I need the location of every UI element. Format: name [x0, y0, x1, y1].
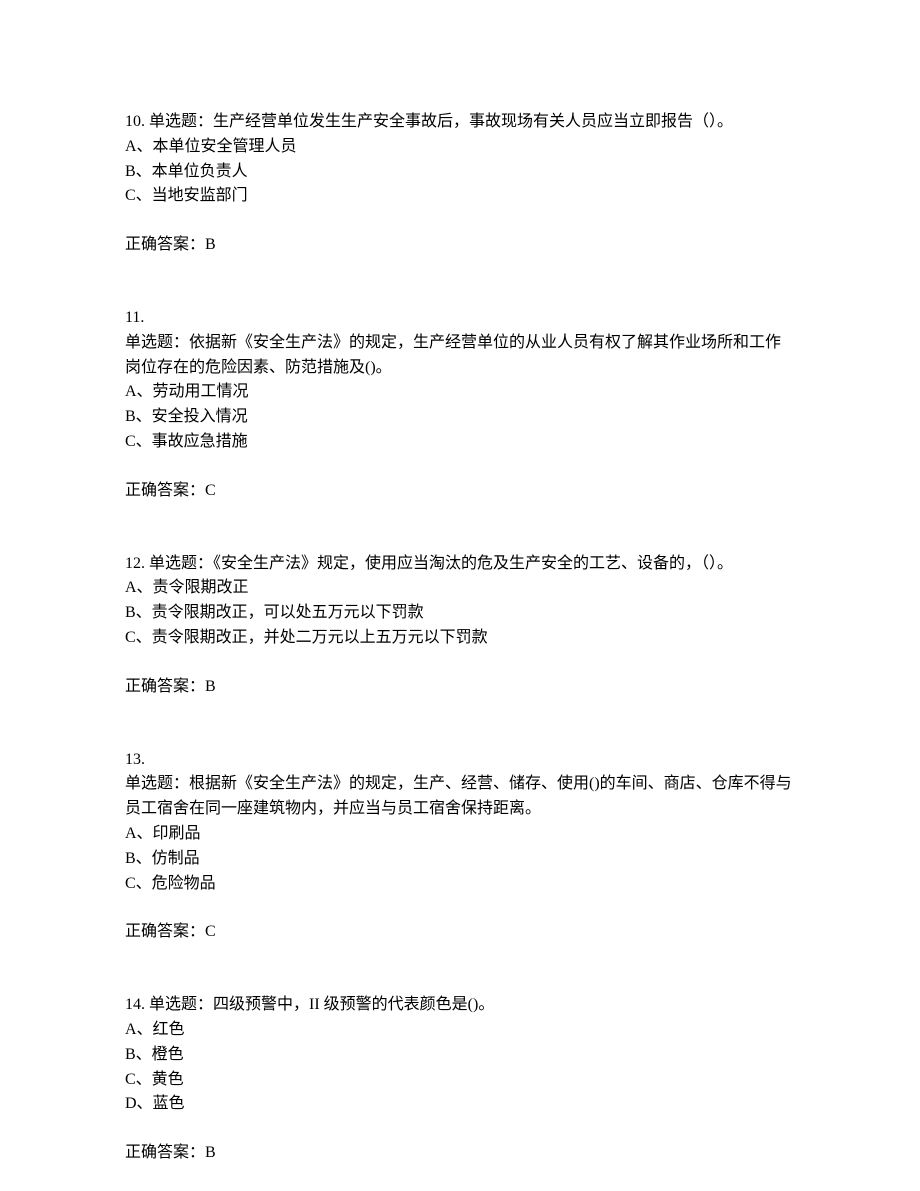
question-stem: 单选题：根据新《安全生产法》的规定，生产、经营、储存、使用()的车间、商店、仓库…	[125, 772, 795, 822]
answer-value: B	[205, 678, 216, 695]
answer-line: 正确答案：C	[125, 920, 795, 945]
stem-text: 根据新《安全生产法》的规定，生产、经营、储存、使用()的车间、商店、仓库不得与员…	[125, 775, 792, 817]
question-number: 14.	[125, 996, 145, 1013]
answer-line: 正确答案：C	[125, 479, 795, 504]
answer-label: 正确答案：	[125, 923, 205, 940]
question-stem: 14. 单选题：四级预警中，II 级预警的代表颜色是()。	[125, 993, 795, 1018]
question-stem: 12. 单选题：《安全生产法》规定，使用应当淘汰的危及生产安全的工艺、设备的，（…	[125, 552, 795, 577]
question-type: 单选题：	[145, 555, 213, 572]
option-a: A、红色	[125, 1018, 795, 1043]
option-a: A、责令限期改正	[125, 576, 795, 601]
question-12: 12. 单选题：《安全生产法》规定，使用应当淘汰的危及生产安全的工艺、设备的，（…	[125, 552, 795, 700]
option-b: B、安全投入情况	[125, 405, 795, 430]
option-b: B、责令限期改正，可以处五万元以下罚款	[125, 601, 795, 626]
question-number: 10.	[125, 113, 145, 130]
option-a: A、劳动用工情况	[125, 380, 795, 405]
question-type: 单选题：	[125, 334, 189, 351]
answer-label: 正确答案：	[125, 482, 205, 499]
option-c: C、黄色	[125, 1068, 795, 1093]
option-a: A、本单位安全管理人员	[125, 135, 795, 160]
stem-text: 《安全生产法》规定，使用应当淘汰的危及生产安全的工艺、设备的，（）。	[213, 555, 733, 572]
question-11: 11. 单选题：依据新《安全生产法》的规定，生产经营单位的从业人员有权了解其作业…	[125, 306, 795, 504]
option-a: A、印刷品	[125, 822, 795, 847]
stem-text: 生产经营单位发生生产安全事故后，事故现场有关人员应当立即报告（）。	[213, 113, 733, 130]
answer-value: B	[205, 236, 216, 253]
option-b: B、橙色	[125, 1043, 795, 1068]
stem-text: 四级预警中，II 级预警的代表颜色是()。	[213, 996, 494, 1013]
option-c: C、事故应急措施	[125, 430, 795, 455]
option-d: D、蓝色	[125, 1092, 795, 1117]
option-c: C、危险物品	[125, 872, 795, 897]
answer-label: 正确答案：	[125, 236, 205, 253]
question-stem: 10. 单选题：生产经营单位发生生产安全事故后，事故现场有关人员应当立即报告（）…	[125, 110, 795, 135]
answer-label: 正确答案：	[125, 678, 205, 695]
option-c: C、当地安监部门	[125, 184, 795, 209]
question-number: 11.	[125, 306, 795, 331]
answer-label: 正确答案：	[125, 1144, 205, 1161]
answer-line: 正确答案：B	[125, 233, 795, 258]
question-type: 单选题：	[145, 113, 213, 130]
question-10: 10. 单选题：生产经营单位发生生产安全事故后，事故现场有关人员应当立即报告（）…	[125, 110, 795, 258]
answer-value: C	[205, 923, 216, 940]
question-type: 单选题：	[125, 775, 189, 792]
question-stem: 单选题：依据新《安全生产法》的规定，生产经营单位的从业人员有权了解其作业场所和工…	[125, 331, 795, 381]
option-c: C、责令限期改正，并处二万元以上五万元以下罚款	[125, 626, 795, 651]
answer-line: 正确答案：B	[125, 675, 795, 700]
stem-text: 依据新《安全生产法》的规定，生产经营单位的从业人员有权了解其作业场所和工作岗位存…	[125, 334, 781, 376]
option-b: B、仿制品	[125, 847, 795, 872]
answer-line: 正确答案：B	[125, 1141, 795, 1166]
question-number: 12.	[125, 555, 145, 572]
answer-value: B	[205, 1144, 216, 1161]
question-13: 13. 单选题：根据新《安全生产法》的规定，生产、经营、储存、使用()的车间、商…	[125, 748, 795, 946]
question-type: 单选题：	[145, 996, 213, 1013]
answer-value: C	[205, 482, 216, 499]
option-b: B、本单位负责人	[125, 160, 795, 185]
question-14: 14. 单选题：四级预警中，II 级预警的代表颜色是()。 A、红色 B、橙色 …	[125, 993, 795, 1166]
question-number: 13.	[125, 748, 795, 773]
